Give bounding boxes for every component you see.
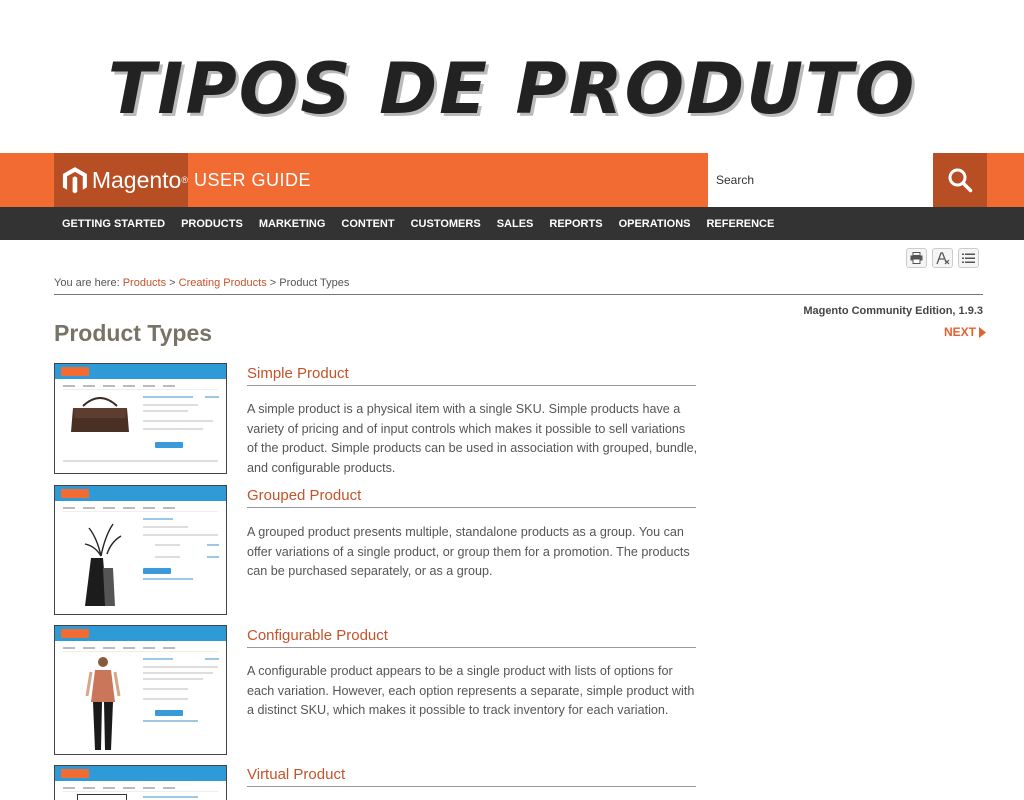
search-button[interactable] [933,153,987,207]
section-body-grouped-product: A grouped product presents multiple, sta… [247,525,690,579]
section-body-simple-product: A simple product is a physical item with… [247,402,698,475]
banner-title: TIPOS DE PRODUTO [107,48,917,130]
nav-reference[interactable]: REFERENCE [706,218,774,230]
model-image [85,657,121,750]
virtual-product-image [77,794,127,800]
section-body-configurable-product: A configurable product appears to be a s… [247,664,695,718]
magento-logo[interactable]: Magento ® [54,153,188,207]
page-title: Product Types [54,320,213,346]
list-icon [962,253,975,263]
section-title-simple-product[interactable]: Simple Product [247,365,349,382]
section-title-grouped-product[interactable]: Grouped Product [247,487,361,504]
edition-label: Magento Community Edition, 1.9.3 [803,305,983,317]
handbag-image [71,397,129,432]
nav-products[interactable]: PRODUCTS [181,218,243,230]
next-arrow-icon [979,326,986,338]
breadcrumb-prefix: You are here: [54,277,123,289]
section-divider [247,786,696,787]
toc-button[interactable] [958,248,979,268]
breadcrumb-current: Product Types [279,277,350,289]
main-nav: GETTING STARTED PRODUCTS MARKETING CONTE… [0,207,1024,240]
print-button[interactable] [906,248,927,268]
breadcrumb-separator: > [266,277,280,289]
next-label: NEXT [943,325,976,339]
configurable-product-thumbnail [54,625,227,755]
section-divider [247,647,696,648]
nav-marketing[interactable]: MARKETING [259,218,326,230]
simple-product-thumbnail [54,363,227,474]
search-icon [948,168,973,193]
section-title-virtual-product[interactable]: Virtual Product [247,766,345,783]
user-guide-label: USER GUIDE [194,170,312,190]
next-button[interactable]: NEXT [944,325,986,339]
logo-registered: ® [181,175,188,185]
section-divider [247,385,696,386]
breadcrumb-link-products[interactable]: Products [123,277,166,289]
nav-getting-started[interactable]: GETTING STARTED [62,218,165,230]
nav-content[interactable]: CONTENT [341,218,394,230]
remove-highlight-icon [935,251,949,264]
magento-logo-icon [62,167,87,194]
nav-reports[interactable]: REPORTS [549,218,602,230]
remove-highlight-button[interactable] [932,248,953,268]
breadcrumb-divider [54,294,983,295]
nav-sales[interactable]: SALES [497,218,534,230]
breadcrumb-link-creating-products[interactable]: Creating Products [179,277,267,289]
section-divider [247,507,696,508]
grouped-product-thumbnail [54,485,227,615]
logo-text: Magento [91,166,182,193]
section-title-configurable-product[interactable]: Configurable Product [247,627,388,644]
breadcrumb-separator: > [166,277,179,289]
nav-operations[interactable]: OPERATIONS [619,218,691,230]
nav-customers[interactable]: CUSTOMERS [411,218,481,230]
search-input[interactable] [708,153,933,207]
breadcrumb: You are here: Products > Creating Produc… [54,277,349,289]
site-header: Magento ® USER GUIDE [0,153,1024,207]
virtual-product-thumbnail [54,765,227,800]
vase-image [84,523,122,606]
page-tools [906,248,979,268]
print-icon [910,252,923,264]
